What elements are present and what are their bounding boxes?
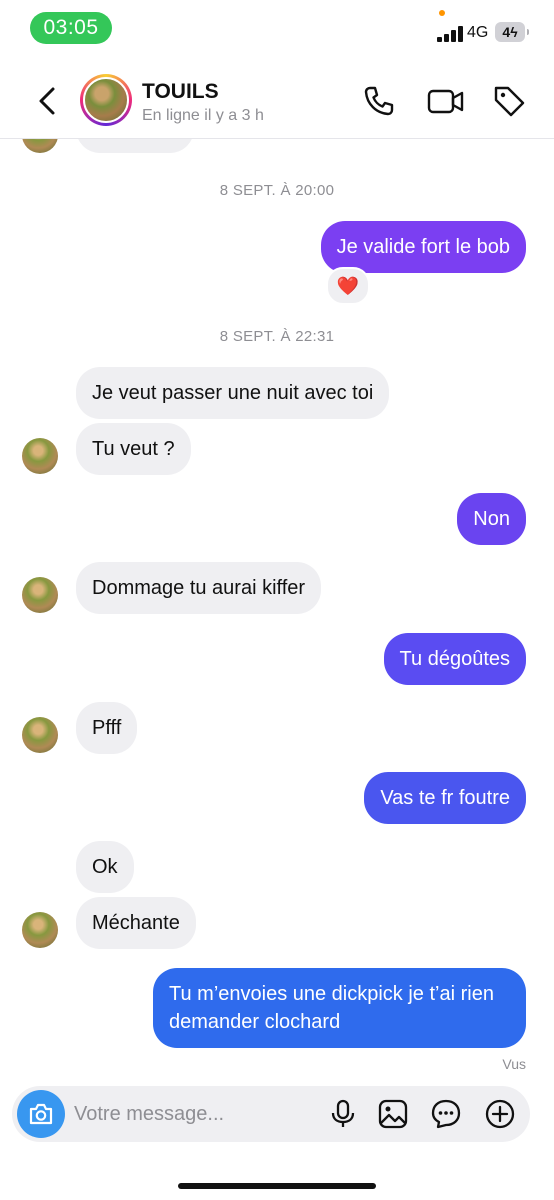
image-icon[interactable] xyxy=(377,1098,409,1130)
phone-icon[interactable] xyxy=(362,84,396,118)
add-icon[interactable] xyxy=(484,1098,516,1130)
message-thread[interactable]: 8 SEPT. À 20:00 Je valide fort le bob ❤️… xyxy=(0,139,554,1079)
contact-avatar-small[interactable] xyxy=(22,717,58,753)
message-text: Je valide fort le bob xyxy=(336,236,510,258)
message-bubble-received[interactable]: Pfff xyxy=(76,702,138,754)
message-bubble-received[interactable]: Méchante xyxy=(76,897,196,949)
message-text: Je veut passer une nuit avec toi xyxy=(92,382,374,404)
contact-avatar[interactable] xyxy=(80,74,132,126)
status-time: 03:05 xyxy=(30,12,112,44)
message-bubble-received[interactable]: Dommage tu aurai kiffer xyxy=(76,562,322,614)
charging-bolt-icon: ϟ xyxy=(510,24,518,40)
contact-status: En ligne il y a 3 h xyxy=(142,107,264,124)
message-text: Pfff xyxy=(92,717,122,739)
message-text: Méchante xyxy=(92,912,180,934)
message-bubble-received[interactable]: Je veut passer une nuit avec toi xyxy=(76,367,390,419)
message-bubble-sent[interactable]: Vas te fr foutre xyxy=(364,772,526,824)
message-text: Dommage tu aurai kiffer xyxy=(92,577,306,599)
previous-message-bubble xyxy=(76,139,194,153)
message-text: Ok xyxy=(92,856,118,878)
timestamp: 8 SEPT. À 22:31 xyxy=(219,328,335,345)
tag-icon[interactable] xyxy=(492,84,526,118)
home-indicator[interactable] xyxy=(178,1183,376,1189)
message-bubble-received[interactable]: Ok xyxy=(76,841,134,893)
message-bubble-sent[interactable]: Non xyxy=(457,493,526,545)
chat-header: TOUILS En ligne il y a 3 h xyxy=(0,60,554,139)
message-bubble-sent[interactable]: Je valide fort le bob xyxy=(320,221,526,273)
heart-reaction-icon[interactable]: ❤️ xyxy=(326,267,370,305)
video-icon[interactable] xyxy=(427,84,465,118)
network-type: 4G xyxy=(467,24,489,41)
contact-avatar-small[interactable] xyxy=(22,577,58,613)
message-input[interactable] xyxy=(74,1086,294,1142)
message-text: Non xyxy=(473,508,510,530)
message-text: Vas te fr foutre xyxy=(380,787,510,809)
signal-icon xyxy=(437,26,463,42)
contact-avatar-small[interactable] xyxy=(22,912,58,948)
contact-avatar-image xyxy=(83,77,129,123)
contact-avatar-small xyxy=(22,139,58,153)
message-text-line-2: demander clochard xyxy=(169,1011,341,1033)
message-bubble-sent[interactable]: Tu m’envoies une dickpick je t’ai rien d… xyxy=(153,968,526,1048)
message-text: Tu veut ? xyxy=(92,438,175,460)
message-text: Tu dégoûtes xyxy=(399,648,510,670)
battery-indicator: 4ϟ xyxy=(495,22,529,42)
contact-name[interactable]: TOUILS xyxy=(142,80,219,104)
sticker-icon[interactable] xyxy=(430,1098,462,1130)
status-bar: 03:05 4G 4ϟ xyxy=(0,0,554,60)
camera-button[interactable] xyxy=(17,1090,65,1138)
privacy-indicator xyxy=(439,10,445,16)
contact-avatar-small[interactable] xyxy=(22,438,58,474)
message-composer xyxy=(12,1086,530,1142)
message-text-line-1: Tu m’envoies une dickpick je t’ai rien xyxy=(169,983,494,1005)
message-bubble-received[interactable]: Tu veut ? xyxy=(76,423,191,475)
message-bubble-sent[interactable]: Tu dégoûtes xyxy=(383,633,526,685)
camera-icon xyxy=(29,1103,53,1125)
timestamp: 8 SEPT. À 20:00 xyxy=(219,182,335,199)
back-icon[interactable] xyxy=(36,86,58,116)
microphone-icon[interactable] xyxy=(327,1098,359,1130)
seen-receipt: Vus xyxy=(502,1056,526,1072)
